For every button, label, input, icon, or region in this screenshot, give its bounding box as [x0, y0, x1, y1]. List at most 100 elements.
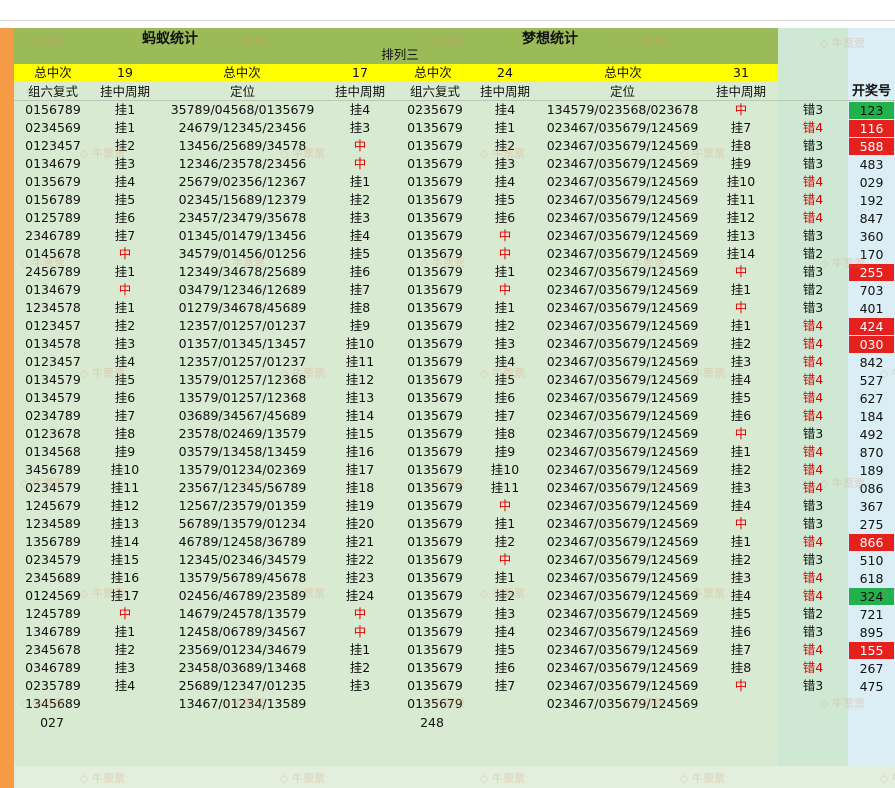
- cell-cycle-c: 挂4: [494, 174, 516, 189]
- cell-combo: 0235789: [25, 678, 81, 693]
- total-value-4: 31: [733, 65, 749, 80]
- watermark: ◇ 牛票票: [620, 37, 665, 50]
- cell-miss-count: 错3: [802, 624, 824, 639]
- cell-cycle-a: 挂6: [114, 210, 136, 225]
- cell-cycle-a: 挂7: [114, 408, 136, 423]
- cell-cycle-c: 挂11: [490, 480, 520, 495]
- cell-cycle-a: 挂8: [114, 426, 136, 441]
- prize-number: 275: [859, 517, 884, 532]
- prize-number: 030: [849, 336, 894, 353]
- watermark: ◇ 牛票票: [420, 697, 465, 710]
- cell-miss-count: 错3: [802, 552, 824, 567]
- cell-combo: 0134578: [25, 336, 81, 351]
- cell-cycle-a: 挂1: [114, 624, 136, 639]
- cell-combo: 0123457: [25, 354, 81, 369]
- cell-combo: 2346789: [25, 228, 81, 243]
- watermark: ◇ 牛票票: [620, 477, 665, 490]
- cell-combo-b: 0135679: [407, 498, 463, 513]
- prize-number: 029: [859, 175, 884, 190]
- cell-position-b: 023467/035679/124569: [546, 606, 699, 621]
- watermark: ◇ 牛票票: [80, 587, 125, 600]
- cell-combo: 0124569: [25, 588, 81, 603]
- cell-cycle-d: 挂7: [730, 642, 752, 657]
- prize-number: 116: [849, 120, 894, 137]
- cell-cycle-d: 挂1: [730, 318, 752, 333]
- cell-combo: 2345689: [25, 570, 81, 585]
- cell-cycle-d: 中: [734, 102, 748, 117]
- cell-cycle-c: 挂2: [494, 318, 516, 333]
- cell-cycle-c: 挂6: [494, 660, 516, 675]
- cell-cycle-c: 挂1: [494, 120, 516, 135]
- watermark: ◇ 牛票票: [880, 367, 895, 380]
- cell-cycle-c: 挂5: [494, 192, 516, 207]
- prize-number: 155: [849, 642, 894, 659]
- cell-combo-b: 0135679: [407, 354, 463, 369]
- cell-cycle-d: [705, 695, 777, 713]
- cell-combo-b: 0135679: [407, 588, 463, 603]
- cell-cycle-c: 挂4: [494, 624, 516, 639]
- cell-cycle-b: 挂14: [345, 408, 375, 423]
- watermark: ◇ 牛票票: [280, 587, 325, 600]
- cell-cycle-d: 挂2: [730, 462, 752, 477]
- cell-combo-b: 0135679: [407, 210, 463, 225]
- cell-cycle-a: 挂1: [114, 102, 136, 117]
- cell-combo-b: 0135679: [407, 120, 463, 135]
- watermark: ◇ 牛票票: [680, 587, 725, 600]
- cell-cycle-b: 挂2: [349, 192, 371, 207]
- cell-combo: 0234789: [25, 408, 81, 423]
- cell-position-b: 023467/035679/124569: [546, 318, 699, 333]
- prize-number: 895: [859, 625, 884, 640]
- watermark: ◇ 牛票票: [880, 147, 895, 160]
- cell-cycle-b: [325, 695, 395, 713]
- prize-number: 424: [849, 318, 894, 335]
- cell-cycle-d: 中: [734, 264, 748, 279]
- cell-miss-count: 错3: [802, 138, 824, 153]
- cell-position-b: 023467/035679/124569: [546, 282, 699, 297]
- cell-cycle-b: 中: [353, 624, 367, 639]
- watermark: ◇ 牛票票: [80, 367, 125, 380]
- footer-right-value: 248: [420, 715, 444, 730]
- cell-position: 12357/01257/01237: [178, 318, 307, 333]
- cell-cycle-a: 中: [118, 246, 132, 261]
- watermark: ◇ 牛票票: [820, 697, 865, 710]
- cell-cycle-d: 挂2: [730, 336, 752, 351]
- watermark: ◇ 牛票票: [620, 257, 665, 270]
- cell-position-b: 023467/035679/124569: [546, 408, 699, 423]
- cell-cycle-d: 挂13: [726, 228, 756, 243]
- cell-cycle-d: 挂5: [730, 606, 752, 621]
- cell-cycle-b: 挂6: [349, 264, 371, 279]
- cell-cycle-b: 挂21: [345, 534, 375, 549]
- cell-position-b: 023467/035679/124569: [546, 300, 699, 315]
- cell-position: 14679/24578/13579: [178, 606, 307, 621]
- cell-cycle-b: 挂3: [349, 678, 371, 693]
- cell-miss-count: 错4: [802, 192, 824, 207]
- watermark: ◇ 牛票票: [420, 257, 465, 270]
- watermark: ◇ 牛票票: [80, 147, 125, 160]
- cell-cycle-b: 挂24: [345, 588, 375, 603]
- cell-combo: 1234589: [25, 516, 81, 531]
- cell-cycle-c: 挂8: [494, 426, 516, 441]
- cell-cycle-c: [470, 695, 540, 713]
- cell-position-b: 023467/035679/124569: [546, 210, 699, 225]
- cell-combo: 0156789: [25, 192, 81, 207]
- prize-number: 703: [859, 283, 884, 298]
- cell-combo-b: 0135679: [407, 174, 463, 189]
- prize-number: 866: [849, 534, 894, 551]
- cell-combo: 0134579: [25, 372, 81, 387]
- cell-cycle-d: 中: [734, 516, 748, 531]
- watermark: ◇ 牛票票: [20, 697, 65, 710]
- prize-number: 721: [859, 607, 884, 622]
- cell-combo-b: 0135679: [407, 318, 463, 333]
- cell-cycle-b: 挂18: [345, 480, 375, 495]
- prize-number: 123: [849, 102, 894, 119]
- cell-cycle-a: 挂2: [114, 642, 136, 657]
- cell-miss-count: 错3: [802, 102, 824, 117]
- watermark: ◇ 牛票票: [480, 587, 525, 600]
- cell-position-b: 023467/035679/124569: [546, 660, 699, 675]
- prize-number: 360: [859, 229, 884, 244]
- cell-cycle-a: 挂9: [114, 444, 136, 459]
- cell-combo-b: 0135679: [407, 156, 463, 171]
- watermark: ◇ 牛票票: [680, 772, 725, 785]
- cell-cycle-d: 中: [734, 426, 748, 441]
- cell-cycle-c: 挂1: [494, 264, 516, 279]
